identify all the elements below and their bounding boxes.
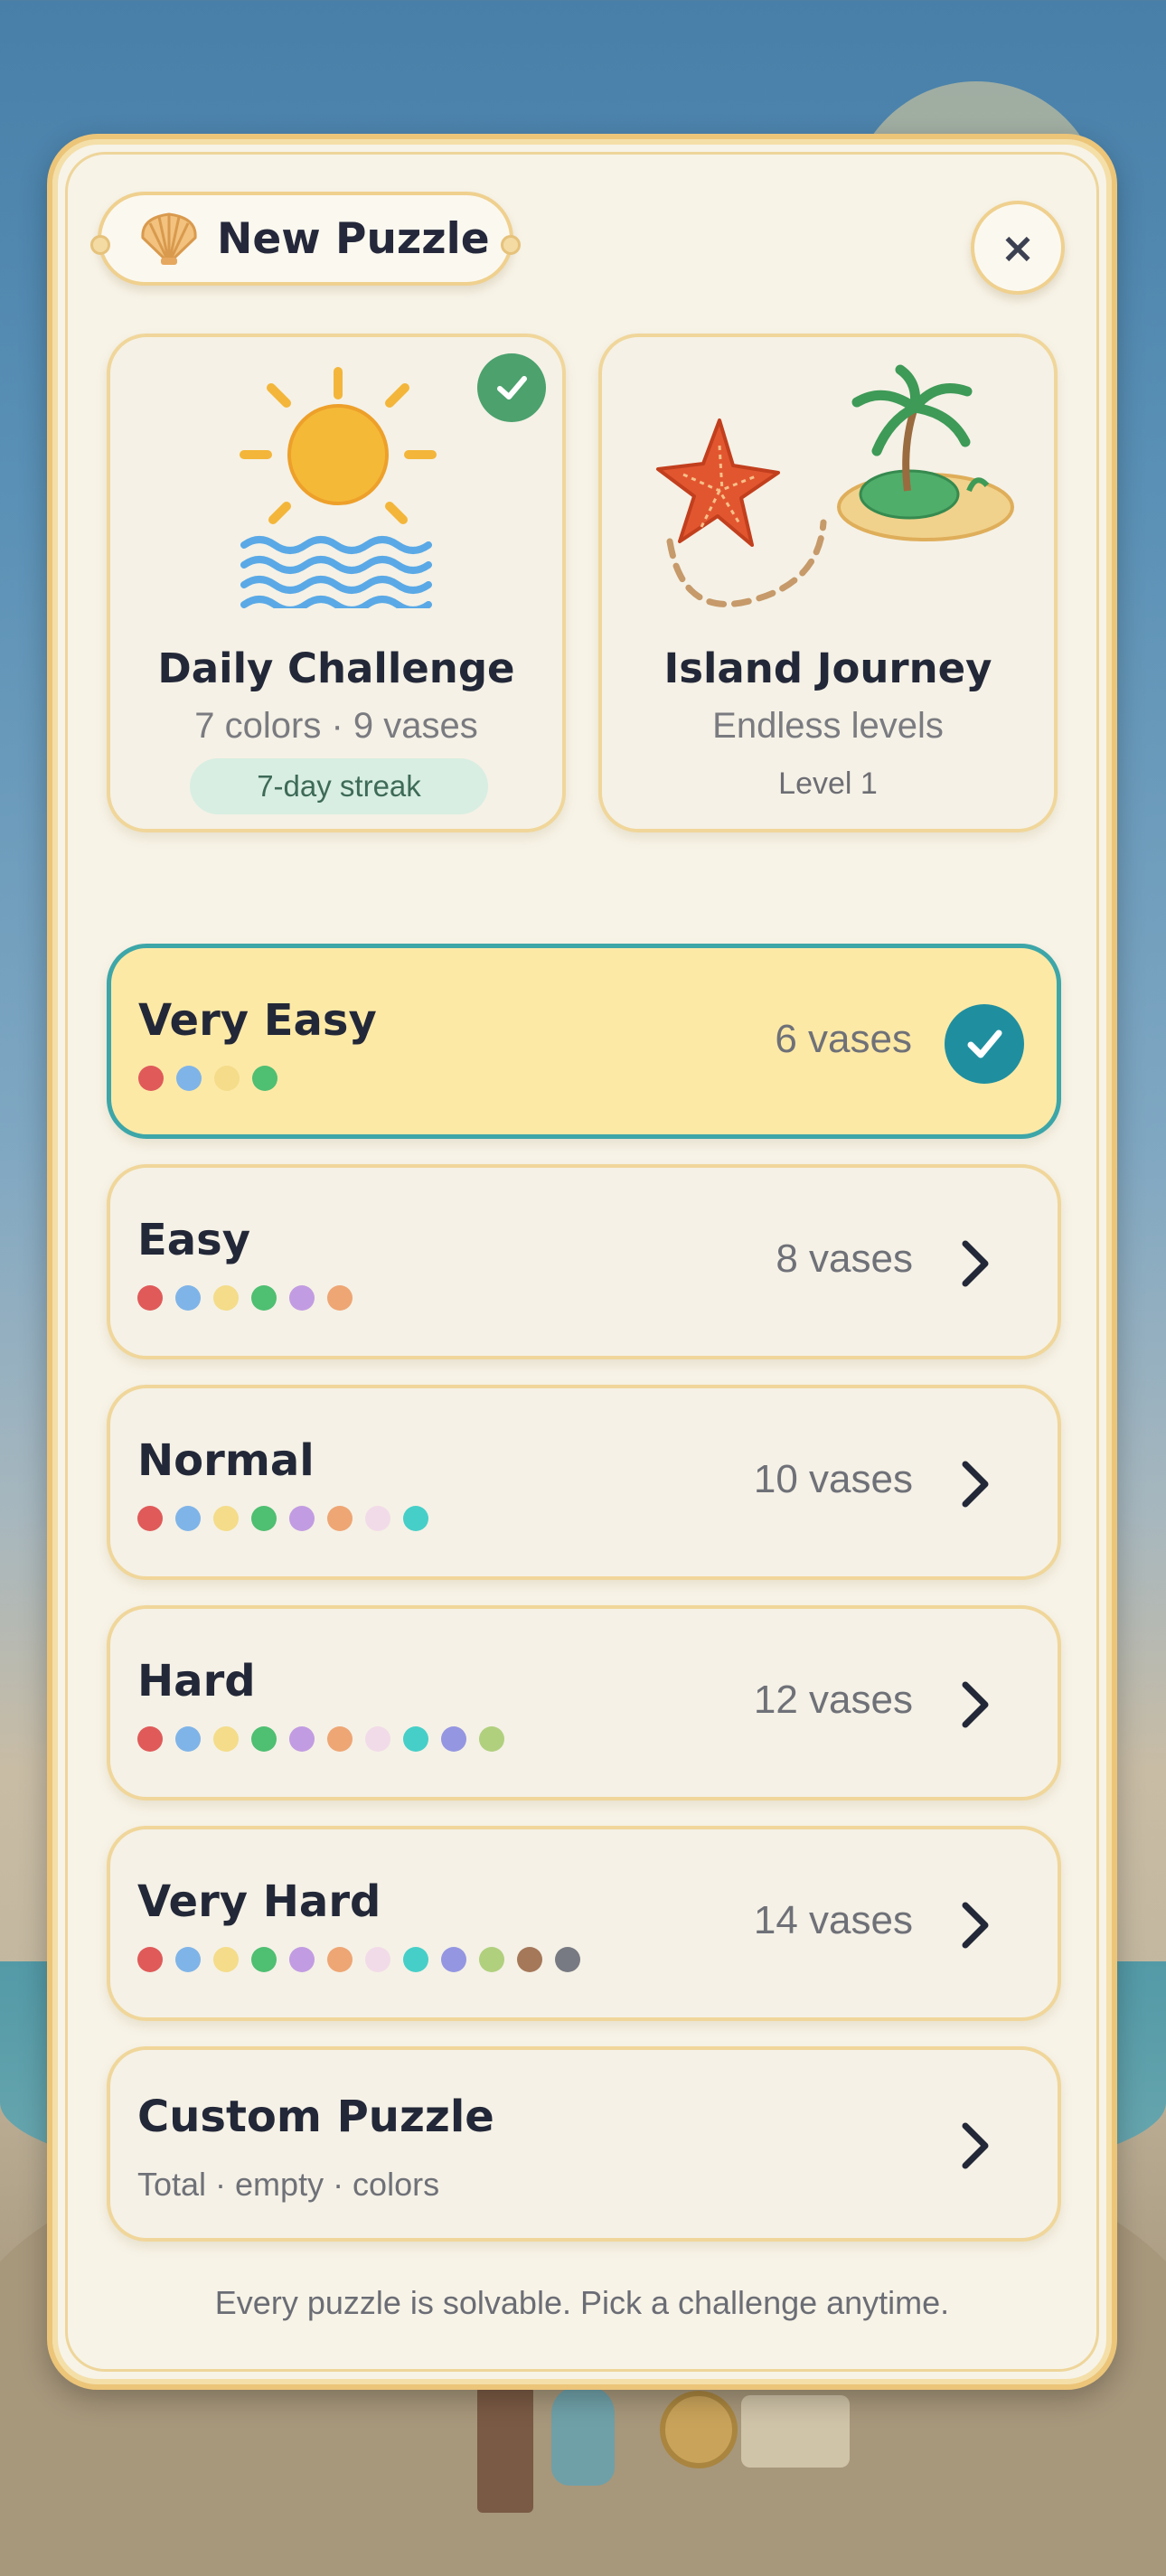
color-dot	[289, 1947, 315, 1972]
color-dot	[365, 1947, 390, 1972]
chevron-right-icon	[945, 2117, 1003, 2175]
completed-check-icon	[477, 353, 546, 422]
difficulty-name: Normal	[137, 1435, 315, 1486]
color-dot	[517, 1947, 542, 1972]
color-dot	[176, 1066, 202, 1091]
background-post	[477, 2386, 533, 2513]
color-dot	[403, 1947, 428, 1972]
custom-puzzle-title: Custom Puzzle	[137, 2092, 494, 2142]
color-dot	[213, 1285, 239, 1311]
color-dots	[137, 1285, 353, 1311]
island-journey-subtitle: Endless levels	[712, 706, 944, 746]
island-journey-card[interactable]: Island Journey Endless levels Level 1	[598, 334, 1058, 832]
color-dot	[137, 1506, 163, 1531]
color-dot	[251, 1506, 277, 1531]
color-dot	[137, 1947, 163, 1972]
color-dots	[137, 1506, 428, 1531]
color-dot	[441, 1726, 466, 1752]
color-dot	[479, 1726, 504, 1752]
chevron-right-icon	[945, 1455, 1003, 1513]
color-dot	[213, 1506, 239, 1531]
color-dot	[251, 1947, 277, 1972]
close-icon: ×	[1000, 223, 1036, 272]
daily-challenge-subtitle: 7 colors · 9 vases	[194, 706, 478, 746]
banner-knob-left	[90, 235, 110, 255]
new-puzzle-modal: New Puzzle × Daily Challenge 7 colors · …	[47, 134, 1117, 2390]
vase-count: 14 vases	[753, 1898, 913, 1942]
color-dot	[137, 1726, 163, 1752]
color-dot	[213, 1726, 239, 1752]
difficulty-name: Easy	[137, 1215, 251, 1265]
vase-count: 10 vases	[753, 1457, 913, 1501]
color-dot	[289, 1726, 315, 1752]
color-dots	[137, 1726, 504, 1752]
difficulty-normal[interactable]: Normal 10 vases	[107, 1385, 1061, 1580]
page-title: New Puzzle	[217, 213, 490, 264]
journey-level: Level 1	[778, 766, 878, 801]
streak-badge: 7-day streak	[190, 758, 488, 814]
chevron-right-icon	[945, 1896, 1003, 1954]
color-dot	[251, 1726, 277, 1752]
color-dot	[479, 1947, 504, 1972]
custom-puzzle-subtitle: Total · empty · colors	[137, 2166, 440, 2203]
color-dot	[289, 1285, 315, 1311]
color-dot	[327, 1947, 353, 1972]
difficulty-name: Very Easy	[138, 995, 377, 1046]
seashell-icon	[141, 212, 197, 266]
color-dot	[213, 1947, 239, 1972]
difficulty-name: Hard	[137, 1656, 256, 1706]
difficulty-very-easy[interactable]: Very Easy 6 vases	[107, 944, 1061, 1139]
background-vase	[551, 2386, 615, 2486]
color-dot	[175, 1947, 201, 1972]
close-button[interactable]: ×	[971, 201, 1065, 295]
color-dot	[175, 1506, 201, 1531]
color-dot	[138, 1066, 164, 1091]
color-dot	[441, 1947, 466, 1972]
starfish-island-icon	[656, 364, 1014, 607]
difficulty-name: Very Hard	[137, 1876, 381, 1927]
color-dot	[327, 1506, 353, 1531]
background-coin	[660, 2391, 738, 2468]
color-dots	[137, 1947, 580, 1972]
chevron-right-icon	[945, 1676, 1003, 1734]
vase-count: 6 vases	[775, 1017, 912, 1061]
color-dot	[252, 1066, 277, 1091]
background-scroll	[741, 2395, 850, 2468]
color-dot	[365, 1726, 390, 1752]
title-banner: New Puzzle	[90, 192, 521, 286]
color-dot	[403, 1506, 428, 1531]
selected-check-icon	[945, 1004, 1024, 1084]
custom-puzzle-row[interactable]: Custom Puzzle Total · empty · colors	[107, 2046, 1061, 2242]
color-dot	[137, 1285, 163, 1311]
difficulty-easy[interactable]: Easy 8 vases	[107, 1164, 1061, 1359]
color-dot	[403, 1726, 428, 1752]
color-dot	[289, 1506, 315, 1531]
color-dot	[251, 1285, 277, 1311]
banner-knob-right	[501, 235, 521, 255]
sun-over-sea-icon	[240, 367, 437, 608]
difficulty-hard[interactable]: Hard 12 vases	[107, 1605, 1061, 1800]
difficulty-very-hard[interactable]: Very Hard 14 vases	[107, 1826, 1061, 2021]
chevron-right-icon	[945, 1235, 1003, 1293]
vase-count: 12 vases	[753, 1678, 913, 1722]
daily-challenge-title: Daily Challenge	[157, 644, 515, 692]
color-dot	[175, 1285, 201, 1311]
color-dot	[175, 1726, 201, 1752]
vase-count: 8 vases	[776, 1236, 913, 1281]
island-journey-title: Island Journey	[663, 644, 992, 692]
daily-challenge-card[interactable]: Daily Challenge 7 colors · 9 vases 7-day…	[107, 334, 566, 832]
footer-note: Every puzzle is solvable. Pick a challen…	[214, 2284, 950, 2321]
color-dot	[365, 1506, 390, 1531]
color-dot	[327, 1726, 353, 1752]
color-dot	[327, 1285, 353, 1311]
color-dot	[555, 1947, 580, 1972]
color-dots	[138, 1066, 277, 1091]
color-dot	[214, 1066, 240, 1091]
